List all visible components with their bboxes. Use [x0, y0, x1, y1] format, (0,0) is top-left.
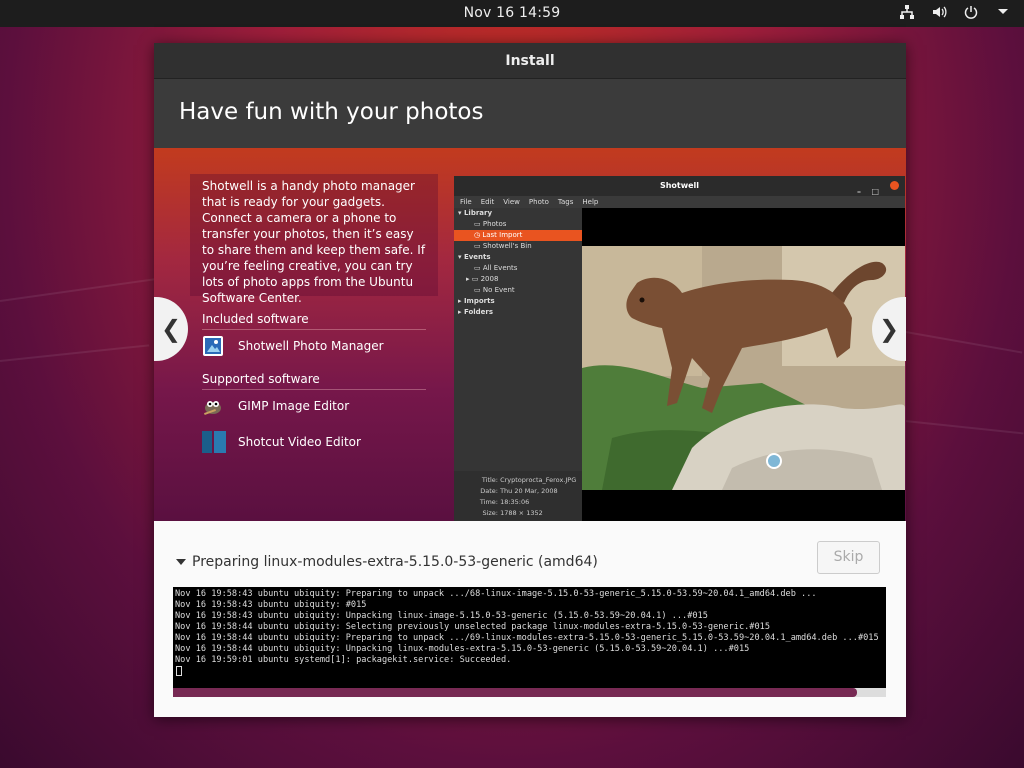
menu-item: Edit	[480, 198, 495, 206]
log-line: Nov 16 19:58:43 ubuntu ubiquity: Prepari…	[175, 589, 817, 599]
skip-button[interactable]: Skip	[817, 541, 880, 574]
install-log-terminal[interactable]: Nov 16 19:58:43 ubuntu ubiquity: Prepari…	[173, 587, 886, 691]
install-window: Install Have fun with your photos Shotwe…	[154, 43, 906, 717]
supported-app: GIMP Image Editor	[202, 395, 349, 417]
app-name: Shotcut Video Editor	[238, 435, 361, 449]
menu-arrow-icon[interactable]	[994, 4, 1012, 22]
supported-software-header: Supported software	[202, 372, 320, 386]
window-title: Install	[154, 43, 906, 79]
clock[interactable]: Nov 16 14:59	[0, 5, 1024, 21]
shotwell-screenshot: Shotwell – □ File Edit View Photo Tags H…	[454, 176, 905, 521]
install-status: Preparing linux-modules-extra-5.15.0-53-…	[192, 554, 598, 570]
log-line: Nov 16 19:59:01 ubuntu systemd[1]: packa…	[175, 655, 512, 665]
menu-item: Tags	[557, 198, 574, 206]
chevron-right-icon[interactable]: ❯	[879, 315, 899, 343]
chevron-left-icon[interactable]: ❮	[161, 315, 181, 343]
menu-item: File	[460, 198, 472, 206]
slide-description: Shotwell is a handy photo manager that i…	[190, 174, 438, 305]
sidebar-section: ▸ Folders	[458, 308, 494, 316]
sidebar-item: ▭ No Event	[474, 286, 515, 294]
sidebar-item-selected: ◷ Last Import	[454, 230, 582, 241]
details-expander[interactable]: Preparing linux-modules-extra-5.15.0-53-…	[176, 554, 598, 570]
fossa-photo	[582, 208, 905, 521]
divider	[202, 389, 426, 390]
sidebar-section: ▾ Library	[458, 209, 493, 217]
included-software-header: Included software	[202, 312, 309, 326]
top-panel: Nov 16 14:59	[0, 0, 1024, 27]
sidebar-item: ▭ Shotwell's Bin	[474, 242, 532, 250]
close-icon	[890, 181, 899, 190]
included-app: Shotwell Photo Manager	[202, 335, 384, 357]
log-line: Nov 16 19:58:43 ubuntu ubiquity: #015	[175, 600, 367, 610]
sidebar-item: ▭ Photos	[474, 220, 507, 228]
expander-arrow-icon[interactable]	[176, 559, 186, 565]
log-line: Nov 16 19:58:44 ubuntu ubiquity: Prepari…	[175, 633, 879, 643]
preview-menubar: File Edit View Photo Tags Help	[454, 196, 905, 208]
slideshow: Shotwell is a handy photo manager that i…	[154, 148, 906, 521]
shotwell-icon	[202, 335, 226, 357]
menu-item: View	[503, 198, 520, 206]
progress-fill	[173, 688, 858, 697]
divider	[202, 329, 426, 330]
install-progress-area: Preparing linux-modules-extra-5.15.0-53-…	[154, 521, 906, 717]
log-line: Nov 16 19:58:44 ubuntu ubiquity: Selecti…	[175, 622, 770, 632]
power-icon[interactable]	[962, 4, 980, 22]
shotcut-icon	[202, 431, 226, 453]
maximize-icon: □	[871, 187, 879, 196]
preview-title: Shotwell	[659, 181, 700, 190]
sidebar-item: ▸ ▭ 2008	[466, 275, 499, 283]
network-icon[interactable]	[898, 4, 916, 22]
terminal-cursor	[176, 666, 182, 676]
sidebar-section: ▸ Imports	[458, 297, 495, 305]
wallpaper-streak	[904, 420, 1024, 435]
menu-item: Photo	[528, 198, 549, 206]
volume-icon[interactable]	[930, 4, 948, 22]
sidebar-section: ▾ Events	[458, 253, 491, 261]
photo-viewer	[582, 208, 905, 521]
gimp-icon	[202, 395, 226, 417]
preview-titlebar: Shotwell – □	[454, 176, 905, 196]
minimize-icon: –	[857, 187, 861, 196]
wallpaper-streak	[899, 330, 1023, 354]
app-name: Shotwell Photo Manager	[238, 339, 384, 353]
preview-sidebar: ▾ Library ▭ Photos ◷ Last Import ▭ Shotw…	[454, 208, 582, 521]
menu-item: Help	[582, 198, 599, 206]
install-progress-bar	[173, 688, 886, 697]
sidebar-item: ▭ All Events	[474, 264, 518, 272]
photo-metadata: Title: Cryptoprocta_Ferox.JPG Date: Thu …	[454, 471, 582, 521]
log-line: Nov 16 19:58:43 ubuntu ubiquity: Unpacki…	[175, 611, 708, 621]
log-line: Nov 16 19:58:44 ubuntu ubiquity: Unpacki…	[175, 644, 750, 654]
supported-app: Shotcut Video Editor	[202, 431, 361, 453]
wallpaper-streak	[0, 344, 150, 362]
wallpaper-streak	[0, 277, 159, 302]
app-name: GIMP Image Editor	[238, 399, 350, 413]
system-tray[interactable]	[898, 4, 1012, 22]
slide-heading: Have fun with your photos	[154, 79, 906, 148]
